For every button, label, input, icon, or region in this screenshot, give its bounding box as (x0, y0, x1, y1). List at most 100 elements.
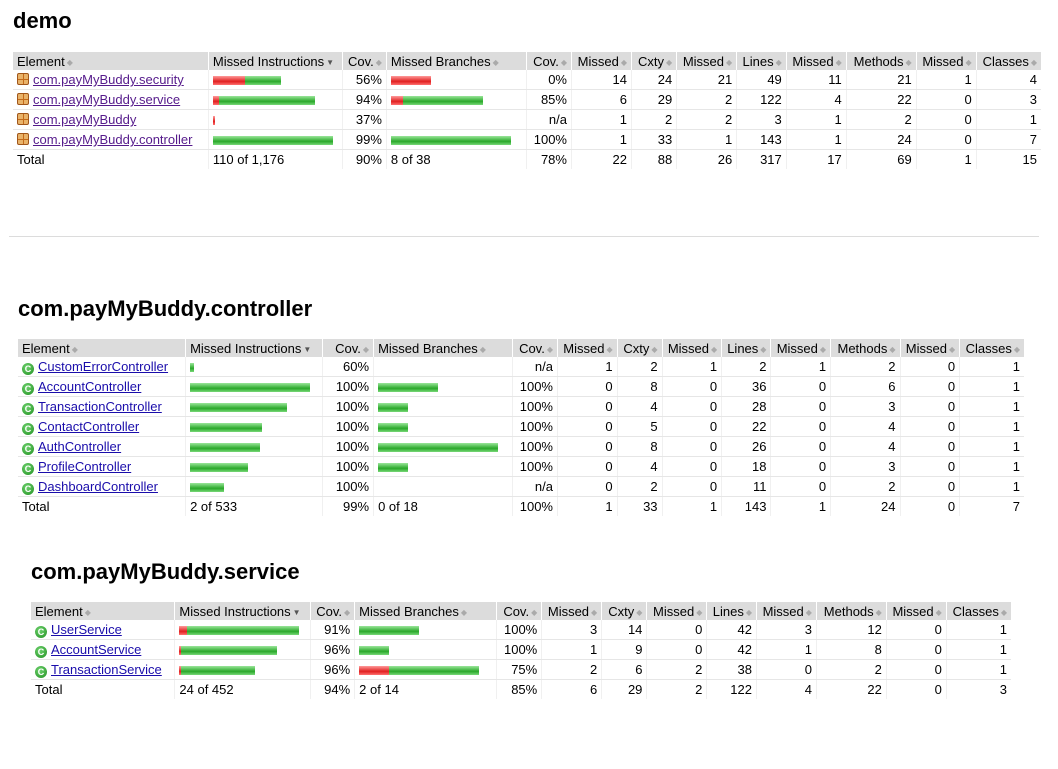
col-branch-cov-header[interactable]: Cov. ◆ (525, 52, 572, 70)
sort-icon[interactable]: ◆ (1014, 345, 1020, 354)
sort-icon[interactable]: ◆ (746, 608, 752, 617)
sort-icon[interactable]: ◆ (606, 345, 612, 354)
col-missed-lines-header[interactable]: Missed ◆ (646, 602, 707, 620)
col-cov-header[interactable]: Cov. ◆ (341, 52, 387, 70)
col-missed-classes-header[interactable]: Missed ◆ (885, 602, 947, 620)
col-classes-header[interactable]: Classes ◆ (959, 339, 1024, 357)
sort-icon[interactable]: ◆ (726, 58, 732, 67)
sort-icon[interactable]: ◆ (696, 608, 702, 617)
col-missed-instructions-header[interactable]: Missed Instructions ▼ (174, 602, 311, 620)
sort-icon[interactable]: ◆ (344, 608, 350, 617)
col-missed-instructions-header[interactable]: Missed Instructions ▼ (207, 52, 343, 70)
sort-icon[interactable]: ◆ (776, 58, 782, 67)
sort-icon[interactable]: ◆ (621, 58, 627, 67)
sort-icon[interactable]: ◆ (936, 608, 942, 617)
col-methods-header[interactable]: Methods ◆ (815, 602, 887, 620)
col-missed-instructions-header[interactable]: Missed Instructions ▼ (185, 339, 323, 357)
col-cxty-header[interactable]: Cxty ◆ (616, 339, 663, 357)
sort-icon[interactable]: ◆ (1001, 608, 1007, 617)
col-missed-complexity-header[interactable]: Missed ◆ (570, 52, 632, 70)
element-link[interactable]: DashboardController (38, 479, 158, 494)
total-branches-coverage: 78% (525, 149, 572, 169)
col-missed-methods-header[interactable]: Missed ◆ (755, 602, 817, 620)
col-cov-header[interactable]: Cov. ◆ (321, 339, 374, 357)
col-cxty-header[interactable]: Cxty ◆ (601, 602, 647, 620)
sort-icon[interactable]: ◆ (480, 345, 486, 354)
col-classes-header[interactable]: Classes ◆ (975, 52, 1041, 70)
sort-icon[interactable]: ◆ (760, 345, 766, 354)
sort-descending-icon[interactable]: ▼ (303, 345, 311, 354)
sort-icon[interactable]: ◆ (636, 608, 642, 617)
sort-descending-icon[interactable]: ▼ (293, 608, 301, 617)
sort-icon[interactable]: ◆ (531, 608, 537, 617)
col-cov-header[interactable]: Cov. ◆ (310, 602, 355, 620)
sort-icon[interactable]: ◆ (906, 58, 912, 67)
col-element-header[interactable]: Element ◆ (18, 339, 186, 357)
sort-icon[interactable]: ◆ (651, 345, 657, 354)
col-branch-cov-header[interactable]: Cov. ◆ (512, 339, 558, 357)
col-methods-header[interactable]: Methods ◆ (830, 339, 901, 357)
col-element-label: Element (22, 340, 70, 356)
sort-icon[interactable]: ◆ (461, 608, 467, 617)
col-classes-header[interactable]: Classes ◆ (945, 602, 1011, 620)
col-element-header[interactable]: Element ◆ (13, 52, 209, 70)
col-missed-branches-header[interactable]: Missed Branches ◆ (373, 339, 513, 357)
element-link[interactable]: TransactionController (38, 399, 162, 414)
classes: 1 (959, 456, 1024, 477)
bar-covered (378, 463, 409, 473)
element-link[interactable]: com.payMyBuddy.controller (33, 132, 192, 147)
sort-icon[interactable]: ◆ (806, 608, 812, 617)
sort-icon[interactable]: ◆ (67, 58, 73, 67)
element-link[interactable]: com.payMyBuddy.security (33, 72, 184, 87)
element-link[interactable]: TransactionService (51, 662, 162, 677)
col-cxty-header[interactable]: Cxty ◆ (630, 52, 677, 70)
sort-icon[interactable]: ◆ (72, 345, 78, 354)
sort-icon[interactable]: ◆ (1031, 58, 1037, 67)
element-link[interactable]: com.payMyBuddy (33, 112, 136, 127)
col-missed-lines-header[interactable]: Missed ◆ (661, 339, 722, 357)
sort-icon[interactable]: ◆ (889, 345, 895, 354)
col-missed-branches-header[interactable]: Missed Branches ◆ (385, 52, 527, 70)
sort-icon[interactable]: ◆ (591, 608, 597, 617)
sort-icon[interactable]: ◆ (666, 58, 672, 67)
sort-icon[interactable]: ◆ (711, 345, 717, 354)
sort-icon[interactable]: ◆ (376, 58, 382, 67)
branches-bar-cell (373, 357, 513, 377)
sort-icon[interactable]: ◆ (876, 608, 882, 617)
col-missed-complexity-header[interactable]: Missed ◆ (541, 602, 602, 620)
sort-icon[interactable]: ◆ (561, 58, 567, 67)
element-link[interactable]: ProfileController (38, 459, 131, 474)
sort-icon[interactable]: ◆ (493, 58, 499, 67)
sort-icon[interactable]: ◆ (363, 345, 369, 354)
sort-icon[interactable]: ◆ (836, 58, 842, 67)
col-lines-header[interactable]: Lines ◆ (736, 52, 787, 70)
sort-icon[interactable]: ◆ (820, 345, 826, 354)
sort-icon[interactable]: ◆ (85, 608, 91, 617)
col-lines-header[interactable]: Lines ◆ (721, 339, 771, 357)
element-link[interactable]: CustomErrorController (38, 359, 168, 374)
element-link[interactable]: AccountController (38, 379, 141, 394)
total-label: Total (17, 152, 45, 167)
col-missed-branches-header[interactable]: Missed Branches ◆ (354, 602, 497, 620)
sort-descending-icon[interactable]: ▼ (326, 58, 334, 67)
sort-icon[interactable]: ◆ (966, 58, 972, 67)
element-link[interactable]: UserService (51, 622, 122, 637)
element-link[interactable]: com.payMyBuddy.service (33, 92, 180, 107)
col-missed-classes-header[interactable]: Missed ◆ (915, 52, 977, 70)
col-missed-classes-header[interactable]: Missed ◆ (899, 339, 960, 357)
col-missed-complexity-header[interactable]: Missed ◆ (556, 339, 618, 357)
missed-methods: 0 (770, 416, 831, 437)
element-link[interactable]: ContactController (38, 419, 139, 434)
sort-icon[interactable]: ◆ (547, 345, 553, 354)
sort-icon[interactable]: ◆ (949, 345, 955, 354)
element-link[interactable]: AuthController (38, 439, 121, 454)
col-methods-header[interactable]: Methods ◆ (845, 52, 917, 70)
col-branch-cov-header[interactable]: Cov. ◆ (496, 602, 542, 620)
col-missed-lines-header[interactable]: Missed ◆ (676, 52, 737, 70)
element-link[interactable]: AccountService (51, 642, 141, 657)
col-element-header[interactable]: Element ◆ (31, 602, 175, 620)
col-lines-header[interactable]: Lines ◆ (706, 602, 757, 620)
col-missed-methods-header[interactable]: Missed ◆ (770, 339, 831, 357)
element-cell: com.payMyBuddy.controller (13, 129, 209, 150)
col-missed-methods-header[interactable]: Missed ◆ (785, 52, 847, 70)
